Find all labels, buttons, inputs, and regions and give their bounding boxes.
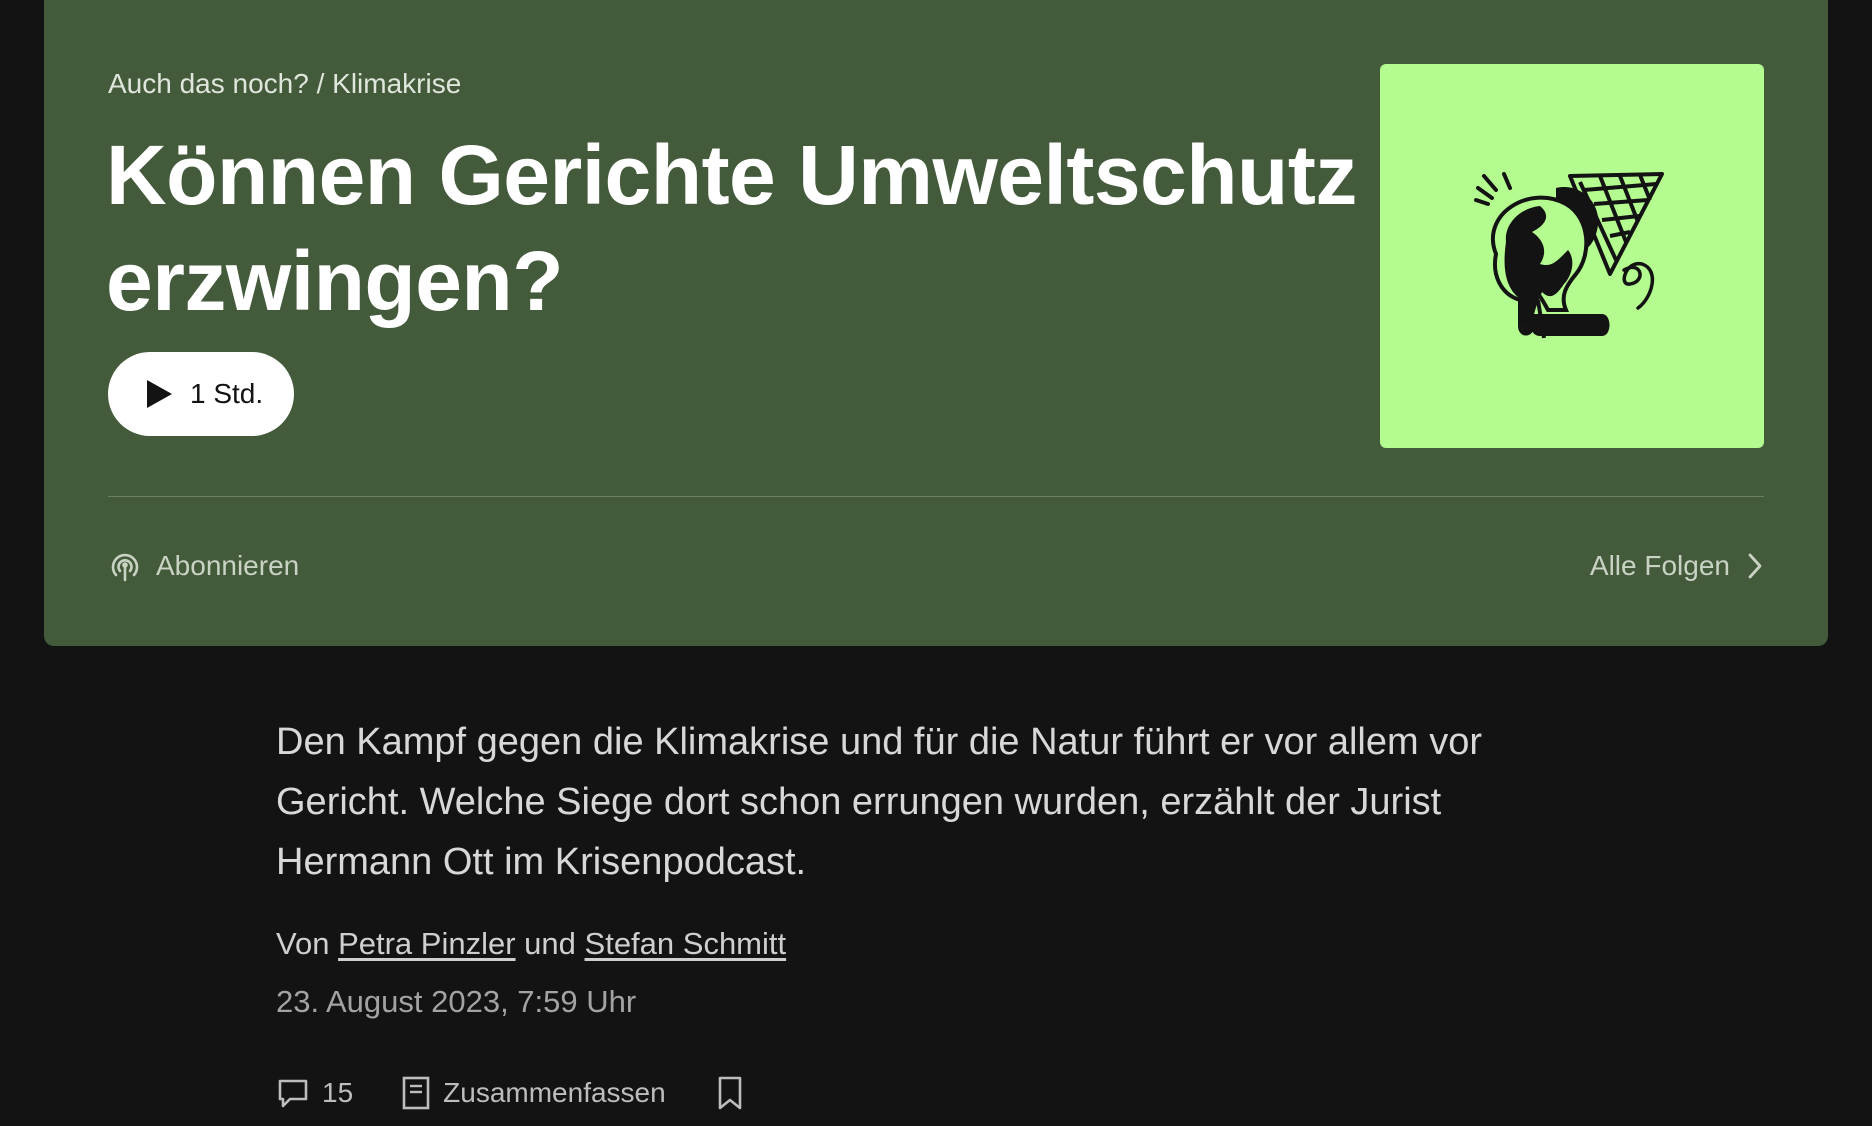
- author-link-2[interactable]: Stefan Schmitt: [585, 926, 787, 961]
- author-link-1[interactable]: Petra Pinzler: [338, 926, 515, 961]
- byline-prefix: Von: [276, 926, 330, 961]
- play-icon: [147, 380, 172, 408]
- subscribe-button[interactable]: Abonnieren: [108, 546, 299, 586]
- publish-date: 23. August 2023, 7:59 Uhr: [276, 984, 637, 1019]
- subscribe-label: Abonnieren: [156, 550, 300, 581]
- summarize-button[interactable]: Zusammenfassen: [401, 1075, 666, 1111]
- melting-earth-ice-cream-icon: [1474, 172, 1664, 339]
- comment-icon: [278, 1079, 308, 1108]
- chevron-right-icon: [1748, 553, 1762, 579]
- bookmark-icon: [718, 1076, 742, 1110]
- breadcrumb[interactable]: Auch das noch? / Klimakrise: [108, 68, 461, 100]
- page-title: Können Gerichte Umweltschutz erzwingen?: [106, 128, 1357, 328]
- document-icon: [402, 1076, 430, 1110]
- all-episodes-link[interactable]: Alle Folgen: [1590, 546, 1764, 586]
- summarize-label: Zusammenfassen: [443, 1077, 666, 1108]
- play-duration-label: 1 Std.: [190, 378, 264, 409]
- article-actions: 15 Zusammenfassen: [276, 1072, 744, 1114]
- hero-divider: [108, 496, 1764, 497]
- podcast-cover-art: [1380, 64, 1764, 448]
- comment-count: 15: [322, 1077, 354, 1108]
- comments-button[interactable]: 15: [276, 1076, 353, 1110]
- byline-joiner: und: [524, 926, 576, 961]
- byline: Von Petra Pinzler und Stefan Schmitt: [276, 926, 786, 962]
- podcast-icon: [111, 553, 139, 582]
- article-summary: Den Kampf gegen die Klimakrise und für d…: [276, 721, 1482, 883]
- play-button[interactable]: 1 Std.: [108, 352, 294, 436]
- bookmark-button[interactable]: [716, 1075, 744, 1111]
- all-episodes-label: Alle Folgen: [1589, 550, 1730, 581]
- podcast-hero: Auch das noch? / Klimakrise Können Geric…: [44, 0, 1828, 646]
